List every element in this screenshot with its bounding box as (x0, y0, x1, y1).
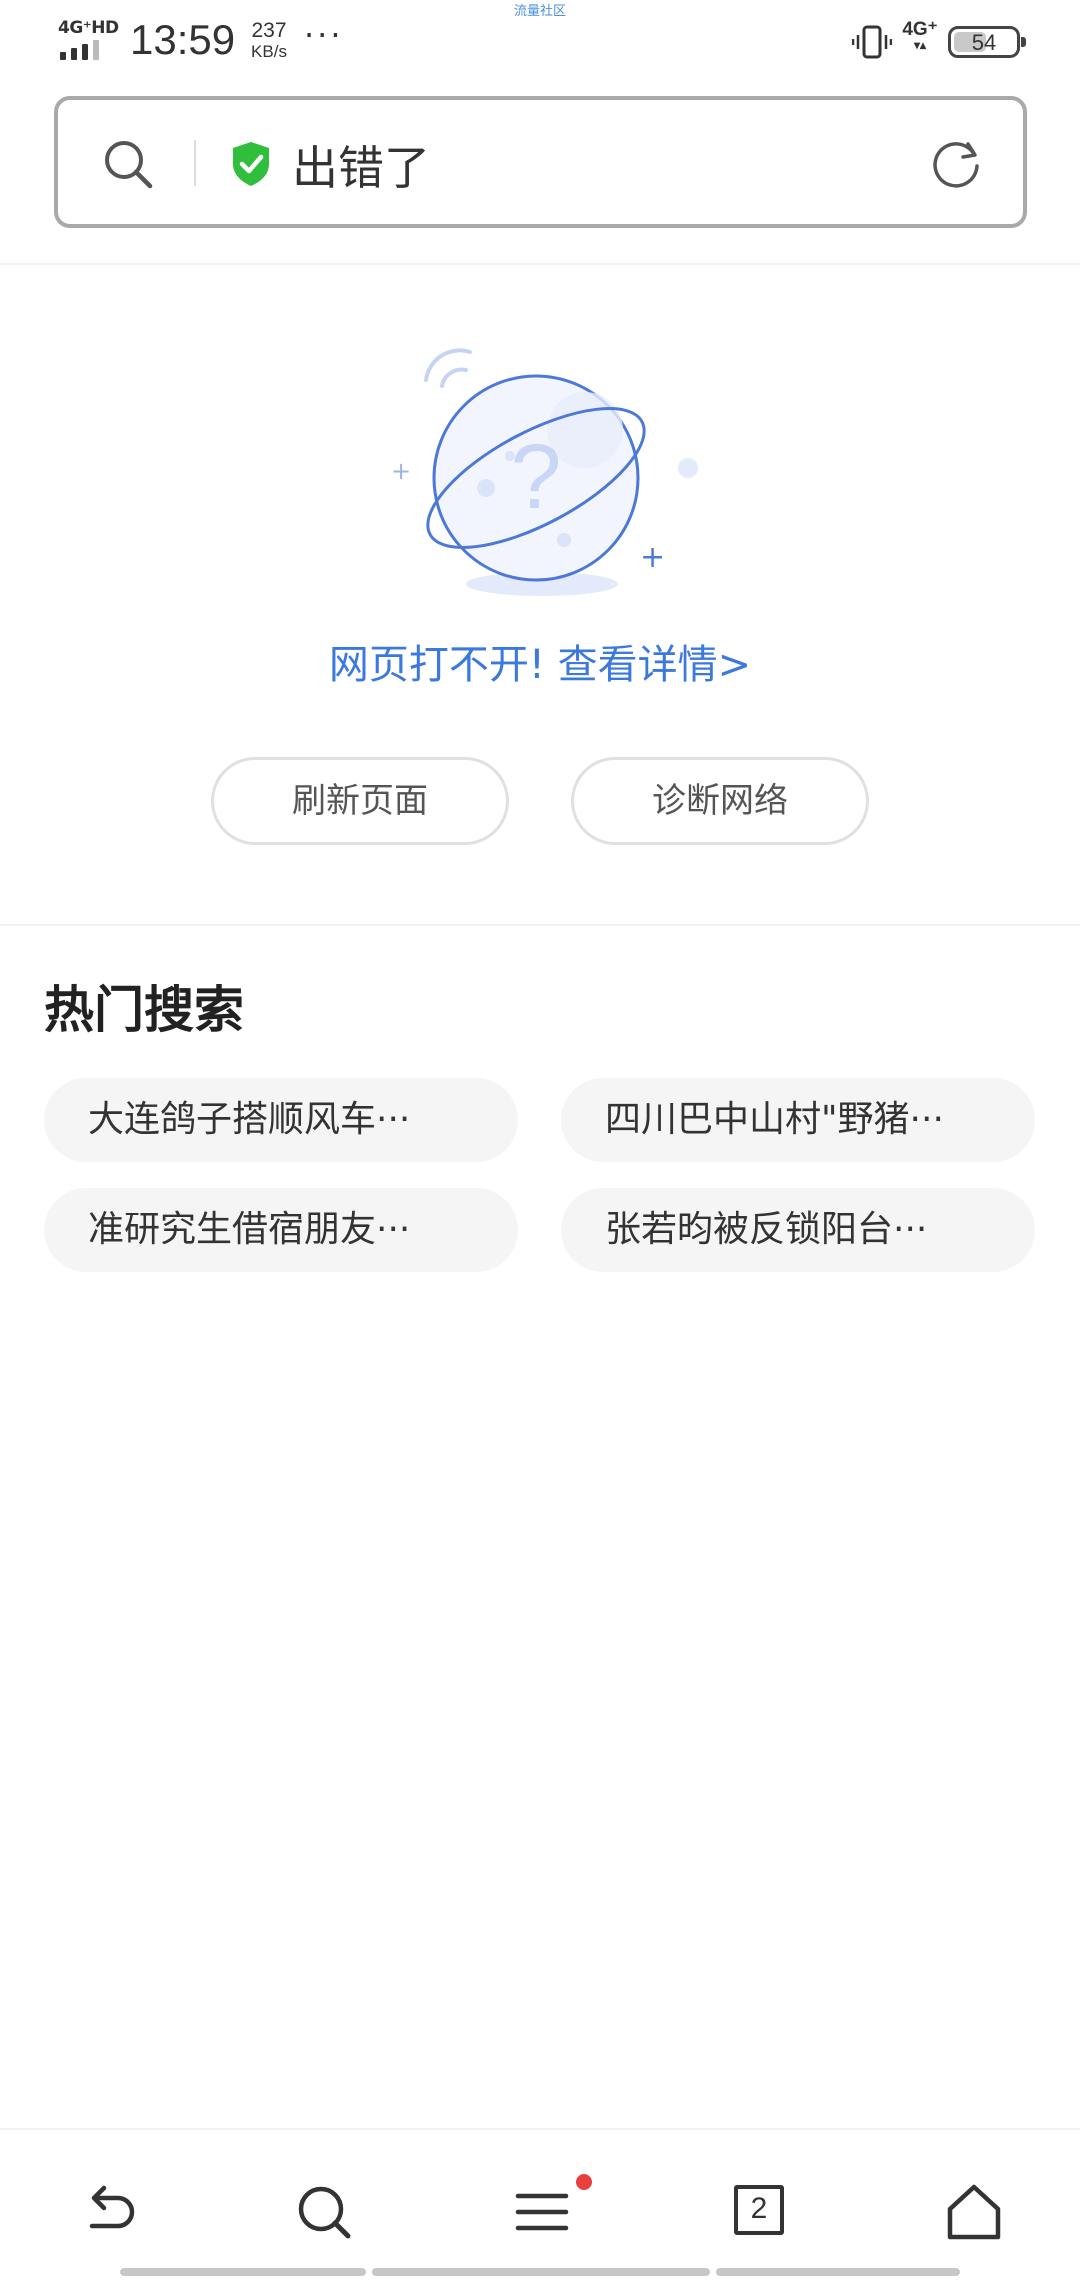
refresh-page-button[interactable]: 刷新页面 (211, 757, 509, 845)
svg-text:?: ? (510, 426, 561, 528)
divider (0, 924, 1080, 926)
status-bar: 4G⁺HD 13:59 237 KB/s ··· 流量社区 4G⁺ ▾▴ 54 (0, 0, 1080, 84)
battery-level: 54 (971, 30, 997, 55)
shield-check-icon[interactable] (230, 140, 272, 188)
tabs-button[interactable]: 2 (734, 2185, 784, 2235)
cellular-signal-icon: 4G⁺HD (58, 18, 120, 60)
error-text: 网页打不开! (328, 642, 545, 688)
address-divider (194, 140, 196, 186)
hot-search-item[interactable]: 张若昀被反锁阳台··· (561, 1188, 1035, 1272)
hot-search-item[interactable]: 四川巴中山村"野猪··· (561, 1078, 1035, 1162)
svg-text:+: + (391, 457, 411, 485)
gesture-bar (372, 2268, 710, 2276)
vibrate-icon (852, 25, 892, 59)
hot-search-title: 热门搜索 (44, 981, 244, 1039)
gesture-bar (716, 2268, 960, 2276)
notification-badge (576, 2174, 592, 2190)
network-type-right: 4G⁺ ▾▴ (902, 19, 938, 52)
error-message: 网页打不开! 查看详情> (0, 632, 1080, 690)
bottom-toolbar: 2 (0, 2128, 1080, 2278)
network-speed: 237 KB/s (251, 19, 287, 61)
network-type-label: 4G⁺HD (58, 18, 119, 38)
page-title[interactable]: 出错了 (292, 132, 430, 198)
home-icon[interactable] (944, 2182, 1004, 2242)
search-icon[interactable] (294, 2182, 354, 2242)
more-notifications-icon: ··· (304, 16, 344, 54)
search-icon[interactable] (102, 138, 154, 190)
address-bar[interactable]: 出错了 (54, 96, 1027, 228)
menu-icon[interactable] (512, 2182, 572, 2242)
hot-search-item[interactable]: 准研究生借宿朋友··· (44, 1188, 518, 1272)
details-link[interactable]: 查看详情> (558, 642, 752, 688)
back-icon[interactable] (78, 2182, 138, 2242)
status-center-text: 流量社区 (514, 4, 567, 19)
hot-search-item[interactable]: 大连鸽子搭顺风车··· (44, 1078, 518, 1162)
gesture-bar (120, 2268, 366, 2276)
battery-icon: 54 (948, 26, 1026, 58)
diagnose-network-button[interactable]: 诊断网络 (571, 757, 869, 845)
svg-text:+: + (640, 540, 665, 575)
status-time: 13:59 (130, 16, 236, 63)
planet-question-icon: ? + + (391, 348, 698, 596)
refresh-icon[interactable] (928, 136, 984, 192)
divider (0, 263, 1080, 265)
